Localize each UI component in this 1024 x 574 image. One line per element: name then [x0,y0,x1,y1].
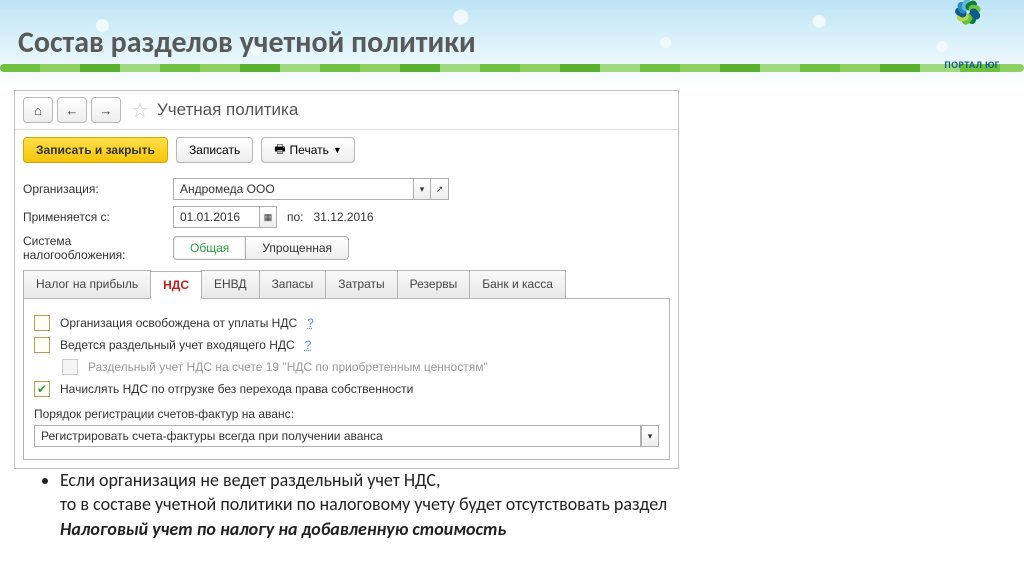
tab-stocks[interactable]: Запасы [259,270,327,298]
brand-logo: ПОРТАЛ ЮГ [934,8,1010,71]
calendar-icon[interactable]: ▦ [259,206,277,228]
tax-system-label: Система налогообложения: [23,234,173,262]
tax-simplified-option[interactable]: Упрощенная [246,236,349,260]
dropdown-button[interactable]: ▾ [413,178,431,200]
date-from-value[interactable]: 01.01.2016 [173,206,259,228]
save-and-close-button[interactable]: Записать и закрыть [23,137,168,163]
print-label: Печать [290,143,329,157]
help-link[interactable]: ? [305,338,312,352]
organization-label: Организация: [23,182,173,196]
favorite-star-icon[interactable]: ☆ [131,98,149,123]
to-label: по: [287,210,304,224]
checkbox-account19-label: Раздельный учет НДС на счете 19 "НДС по … [88,360,488,374]
applies-from-label: Применяется с: [23,210,173,224]
invoice-order-label: Порядок регистрации счетов-фактур на ава… [34,407,659,421]
home-button[interactable]: ⌂ [23,97,53,123]
dropdown-button[interactable]: ▾ [641,425,659,447]
date-to-value: 31.12.2016 [314,210,374,224]
brand-name: ПОРТАЛ ЮГ [934,58,1010,71]
nds-panel: Организация освобождена от уплаты НДС ? … [23,298,670,460]
printer-icon: 🖶 [274,140,285,161]
bullet-text-1: Если организация не ведет раздельный уче… [60,469,440,491]
arrow-right-icon: → [100,103,113,118]
invoice-order-value[interactable]: Регистрировать счета-фактуры всегда при … [34,425,641,447]
save-close-label: Записать и закрыть [36,143,155,157]
slide-title: Состав разделов учетной политики [0,0,1024,61]
chevron-down-icon: ▼ [333,145,342,155]
organization-value[interactable]: Андромеда ООО [173,178,413,200]
arrow-left-icon: ← [66,103,79,118]
tax-system-toggle: Общая Упрощенная [173,236,349,260]
save-label: Записать [189,143,240,157]
window-title: Учетная политика [157,100,298,120]
bullet-emphasis: Налоговый учет по налогу на добавленную … [60,518,506,540]
home-icon: ⌂ [34,103,42,118]
checkbox-nds-exempt[interactable] [34,315,50,331]
back-button[interactable]: ← [57,97,87,123]
print-button[interactable]: 🖶 Печать ▼ [261,137,355,163]
list-item: Если организация не ведет раздельный уче… [60,468,667,541]
organization-combo[interactable]: Андромеда ООО ▾ ↗ [173,178,449,200]
tab-bar: Налог на прибыль НДС ЕНВД Запасы Затраты… [23,270,670,298]
forward-button[interactable]: → [91,97,121,123]
tab-nds[interactable]: НДС [150,271,202,299]
checkbox-account19 [62,359,78,375]
window-titlebar: ⌂ ← → ☆ Учетная политика [15,91,678,130]
accounting-policy-window: ⌂ ← → ☆ Учетная политика Записать и закр… [14,90,679,469]
tab-reserves[interactable]: Резервы [397,270,471,298]
tab-envd[interactable]: ЕНВД [201,270,260,298]
checkbox-separate-nds[interactable] [34,337,50,353]
invoice-order-combo[interactable]: Регистрировать счета-фактуры всегда при … [34,425,659,447]
tax-general-option[interactable]: Общая [173,236,246,260]
bullet-text-2: то в составе учетной политики по налогов… [60,493,667,515]
toolbar: Записать и закрыть Записать 🖶 Печать ▼ [15,130,678,170]
help-link[interactable]: ? [307,316,314,330]
date-from-input[interactable]: 01.01.2016 ▦ [173,206,277,228]
save-button[interactable]: Записать [176,137,253,163]
open-button[interactable]: ↗ [431,178,449,200]
checkbox-nds-exempt-label: Организация освобождена от уплаты НДС [60,316,297,330]
tab-costs[interactable]: Затраты [325,270,397,298]
checkbox-ship-no-transfer-label: Начислять НДС по отгрузке без перехода п… [60,382,413,396]
checkbox-separate-nds-label: Ведется раздельный учет входящего НДС [60,338,295,352]
slide-bullet-list: Если организация не ведет раздельный уче… [40,468,667,541]
tab-bank-cash[interactable]: Банк и касса [469,270,566,298]
tab-profit-tax[interactable]: Налог на прибыль [23,270,151,298]
checkbox-ship-no-transfer[interactable]: ✔ [34,381,50,397]
